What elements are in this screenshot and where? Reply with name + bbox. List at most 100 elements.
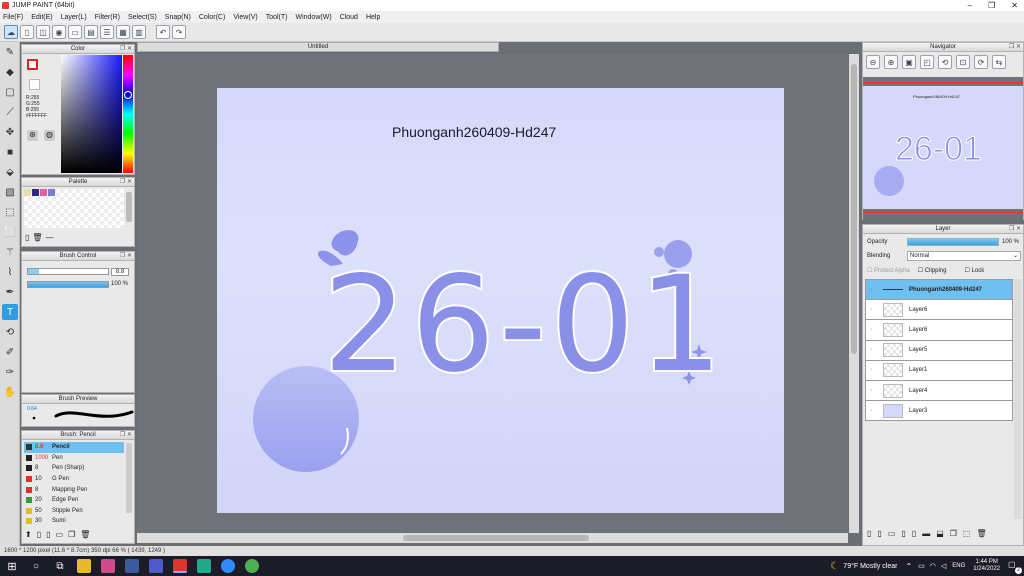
brush-copy-icon[interactable]: ▯ [46, 530, 50, 539]
blending-select[interactable]: Normal ⌄ [907, 251, 1021, 261]
brush-row[interactable]: 8.8 Pencil [24, 442, 124, 453]
secondary-color-swatch[interactable] [29, 79, 40, 90]
hue-slider[interactable] [123, 55, 133, 173]
menu-file[interactable]: File(F) [3, 14, 23, 21]
fit-icon[interactable]: ▣ [902, 55, 916, 69]
visibility-icon[interactable]: ◦ [866, 367, 877, 373]
zoom-out-icon[interactable]: ⊖ [866, 55, 880, 69]
panel-close-icon[interactable]: ❐ ✕ [120, 45, 132, 54]
palette-scrollbar[interactable] [126, 192, 132, 222]
vertical-scrollbar[interactable] [849, 54, 859, 533]
palette-swatch[interactable] [40, 189, 47, 196]
visibility-icon[interactable]: ◦ [866, 388, 877, 394]
chrome-icon[interactable] [245, 559, 259, 573]
rotate-tool-icon[interactable]: ⟲ [2, 324, 18, 340]
zoom-icon[interactable] [221, 559, 235, 573]
layer-row[interactable]: ◦ Phuonganh260409-Hd247 [865, 279, 1013, 301]
navigator-preview[interactable]: Phuonganh260409-Hd247 26-01 [863, 77, 1023, 220]
color-picker-icon[interactable]: ◍ [44, 130, 55, 141]
weather-icon[interactable]: ☾ [830, 561, 839, 572]
rotate-right-icon[interactable]: ⟳ [974, 55, 988, 69]
paint-tool-icon[interactable] [197, 559, 211, 573]
duplicate-layer-icon[interactable]: ❐ [950, 529, 957, 538]
layer-options-icon[interactable]: ▯ [912, 529, 916, 538]
rotate-left-icon[interactable]: ⟲ [938, 55, 952, 69]
weather-text[interactable]: 79°F Mostly clear [843, 563, 897, 570]
panel-close-icon[interactable]: ❐ ✕ [1009, 225, 1021, 234]
primary-color-swatch[interactable] [27, 59, 38, 70]
wifi-icon[interactable]: ◠ [930, 562, 936, 570]
brush-folder-icon[interactable]: ▭ [56, 530, 64, 539]
visibility-icon[interactable]: ◦ [866, 287, 877, 293]
fill-rect-tool-icon[interactable]: ■ [2, 144, 18, 160]
reset-view-icon[interactable]: ⊡ [956, 55, 970, 69]
camera-icon[interactable] [125, 559, 139, 573]
visibility-icon[interactable]: ◦ [866, 327, 877, 333]
zoom-in-icon[interactable]: ⊕ [884, 55, 898, 69]
comment-icon[interactable]: ◉ [52, 25, 66, 39]
gradient-tool-icon[interactable]: ▧ [2, 184, 18, 200]
actual-size-icon[interactable]: ◰ [920, 55, 934, 69]
windows-start-icon[interactable]: ⊞ [5, 559, 19, 573]
close-button[interactable]: ✕ [1011, 0, 1018, 11]
saturation-value-field[interactable] [61, 55, 122, 173]
layer-row[interactable]: ◦ Layer6 [865, 319, 1013, 341]
protect-alpha-checkbox[interactable]: ☐ Protect Alpha [867, 267, 910, 274]
move-tool-icon[interactable]: ✥ [2, 124, 18, 140]
layer-row[interactable]: ◦ Layer1 [865, 359, 1013, 381]
language-indicator[interactable]: ENG [952, 563, 965, 569]
artboard[interactable]: Phuonganh260409-Hd247 26-01 [217, 88, 784, 513]
delete-layer-icon[interactable]: 🗑 [976, 529, 986, 538]
grid-icon[interactable]: ▥ [132, 25, 146, 39]
tray-chevron-icon[interactable]: ⌃ [905, 562, 912, 571]
message-icon[interactable]: ▭ [68, 25, 82, 39]
panel-close-icon[interactable]: ❐ ✕ [120, 431, 132, 440]
brush-row[interactable]: 10 G Pen [24, 474, 124, 485]
brush-row[interactable]: 8 Mapping Pen [24, 484, 124, 495]
brush-row[interactable]: 50 Stipple Pen [24, 506, 124, 517]
new-layer-alt-icon[interactable]: ▯ [877, 529, 881, 538]
panel-close-icon[interactable]: ❐ ✕ [1009, 43, 1021, 52]
layer-row[interactable]: ◦ Layer6 [865, 299, 1013, 321]
magic-wand-tool-icon[interactable]: ⚚ [2, 244, 18, 260]
new-file-icon[interactable]: ▯ [20, 25, 34, 39]
layer-opacity-slider[interactable] [907, 238, 999, 246]
menu-layer[interactable]: Layer(L) [61, 14, 87, 21]
delete-swatch-icon[interactable]: 🗑 [32, 233, 42, 242]
brush-row[interactable]: 20 Edge Pen [24, 495, 124, 506]
search-icon[interactable]: ○ [29, 559, 43, 573]
flip-icon[interactable]: ⇆ [992, 55, 1006, 69]
menu-tool[interactable]: Tool(T) [266, 14, 288, 21]
clock-date[interactable]: 1/24/2022 [973, 566, 1000, 573]
palette-swatch[interactable] [24, 189, 31, 196]
eraser-tool-icon[interactable]: ◆ [2, 64, 18, 80]
new-layer-icon[interactable]: ▯ [867, 529, 871, 538]
cloud-icon[interactable]: ☁ [4, 25, 18, 39]
teams-icon[interactable] [149, 559, 163, 573]
visibility-icon[interactable]: ◦ [866, 347, 877, 353]
visibility-icon[interactable]: ◦ [866, 408, 877, 414]
task-view-icon[interactable]: ⧉ [53, 559, 67, 573]
palette-grid[interactable] [24, 189, 124, 228]
notification-icon[interactable]: ▢ 2 [1008, 560, 1022, 574]
layer-scrollbar[interactable] [1014, 279, 1022, 519]
merge-icon[interactable]: ⬓ [936, 529, 944, 538]
network-icon[interactable]: ▭ [918, 562, 925, 570]
menu-select[interactable]: Select(S) [128, 14, 157, 21]
horizontal-scrollbar[interactable] [137, 533, 848, 543]
maximize-button[interactable]: ❐ [988, 0, 995, 11]
menu-filter[interactable]: Filter(R) [95, 14, 120, 21]
pages-icon[interactable]: ▦ [116, 25, 130, 39]
layer-settings-icon[interactable]: ▯ [901, 529, 905, 538]
menu-snap[interactable]: Snap(N) [165, 14, 191, 21]
lasso-tool-icon[interactable]: ⟋ [2, 104, 18, 120]
brush-row[interactable]: 1000 Pen [24, 453, 124, 464]
menu-help[interactable]: Help [366, 14, 380, 21]
menu-color[interactable]: Color(C) [199, 14, 225, 21]
clock-time[interactable]: 1:44 PM [973, 559, 1000, 566]
clear-layer-icon[interactable]: ⬚ [963, 529, 971, 538]
minimize-button[interactable]: – [968, 0, 972, 11]
clipping-checkbox[interactable]: ☐ Clipping [918, 267, 947, 274]
brush-duplicate-icon[interactable]: ❐ [68, 530, 75, 539]
text-tool-icon[interactable]: T [2, 304, 18, 320]
